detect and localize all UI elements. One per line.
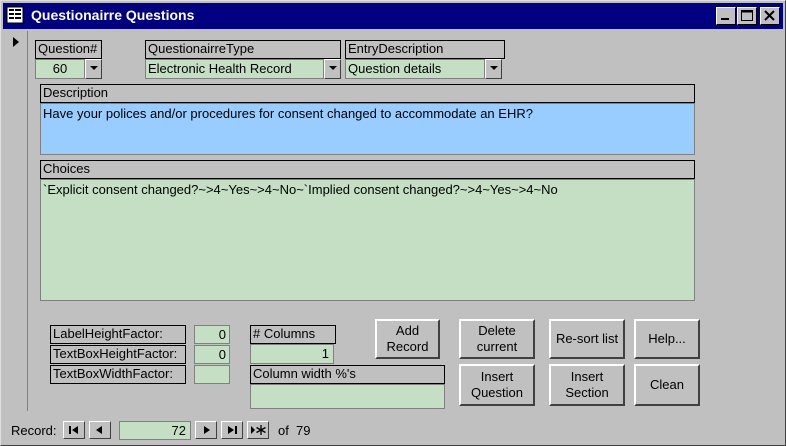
first-record-icon: [69, 426, 78, 434]
new-record-button[interactable]: [247, 421, 269, 439]
columns-field[interactable]: 1: [250, 344, 334, 364]
record-total: 79: [296, 423, 311, 438]
question-number-dropdown-icon[interactable]: [85, 59, 102, 79]
close-button[interactable]: [760, 7, 780, 25]
current-record-field[interactable]: 72: [119, 421, 191, 440]
textbox-height-factor-label: TextBoxHeightFactor:: [50, 345, 186, 364]
record-navigation-bar: Record: 72 of 79: [5, 420, 781, 442]
new-record-icon: [251, 425, 266, 435]
maximize-button[interactable]: [737, 7, 757, 25]
next-record-icon: [204, 426, 210, 434]
resort-list-button[interactable]: Re-sort list: [549, 319, 625, 359]
columns-label: # Columns: [250, 325, 336, 344]
description-textbox[interactable]: Have your polices and/or procedures for …: [40, 103, 695, 155]
minimize-icon: [721, 18, 729, 20]
record-of-label: of: [278, 423, 289, 438]
title-bar[interactable]: Questionairre Questions: [3, 3, 783, 29]
window-title: Questionairre Questions: [31, 7, 195, 23]
question-number-label: Question#: [35, 40, 102, 59]
delete-current-button[interactable]: Delete current: [459, 319, 535, 359]
column-width-label: Column width %'s: [250, 365, 445, 384]
previous-record-button[interactable]: [89, 421, 111, 439]
textbox-width-factor-field[interactable]: [194, 365, 230, 384]
entry-description-label: EntryDescription: [345, 40, 505, 59]
insert-question-button[interactable]: Insert Question: [459, 364, 535, 406]
questionnaire-type-dropdown-icon[interactable]: [324, 59, 341, 79]
next-record-button[interactable]: [195, 421, 217, 439]
textbox-height-factor-field[interactable]: 0: [194, 345, 230, 364]
entry-description-field[interactable]: Question details: [345, 59, 485, 79]
help-button[interactable]: Help...: [634, 319, 700, 359]
close-icon: [764, 10, 775, 21]
insert-section-button[interactable]: Insert Section: [549, 364, 625, 406]
column-width-field[interactable]: [250, 384, 445, 409]
last-record-icon: [228, 426, 237, 434]
previous-record-icon: [96, 426, 102, 434]
question-number-field[interactable]: 60: [35, 59, 85, 79]
description-label: Description: [40, 84, 695, 103]
current-record-arrow-icon: [13, 37, 19, 47]
record-selector[interactable]: [5, 31, 28, 411]
form-icon: [6, 6, 24, 24]
last-record-button[interactable]: [221, 421, 243, 439]
label-height-factor-field[interactable]: 0: [194, 325, 230, 344]
access-form-window: Questionairre Questions Question# 60 Que…: [0, 0, 786, 446]
add-record-button[interactable]: Add Record: [375, 319, 440, 359]
questionnaire-type-label: QuestionairreType: [145, 40, 341, 59]
maximize-icon: [741, 10, 753, 21]
clean-button[interactable]: Clean: [634, 364, 700, 406]
textbox-width-factor-label: TextBoxWidthFactor:: [50, 365, 186, 384]
choices-label: Choices: [40, 160, 695, 179]
questionnaire-type-field[interactable]: Electronic Health Record: [145, 59, 324, 79]
entry-description-dropdown-icon[interactable]: [485, 59, 502, 79]
minimize-button[interactable]: [716, 7, 736, 25]
label-height-factor-label: LabelHeightFactor:: [50, 325, 186, 344]
record-label: Record:: [11, 423, 57, 438]
first-record-button[interactable]: [63, 421, 85, 439]
choices-textbox[interactable]: `Explicit consent changed?~>4~Yes~>4~No~…: [40, 179, 695, 301]
